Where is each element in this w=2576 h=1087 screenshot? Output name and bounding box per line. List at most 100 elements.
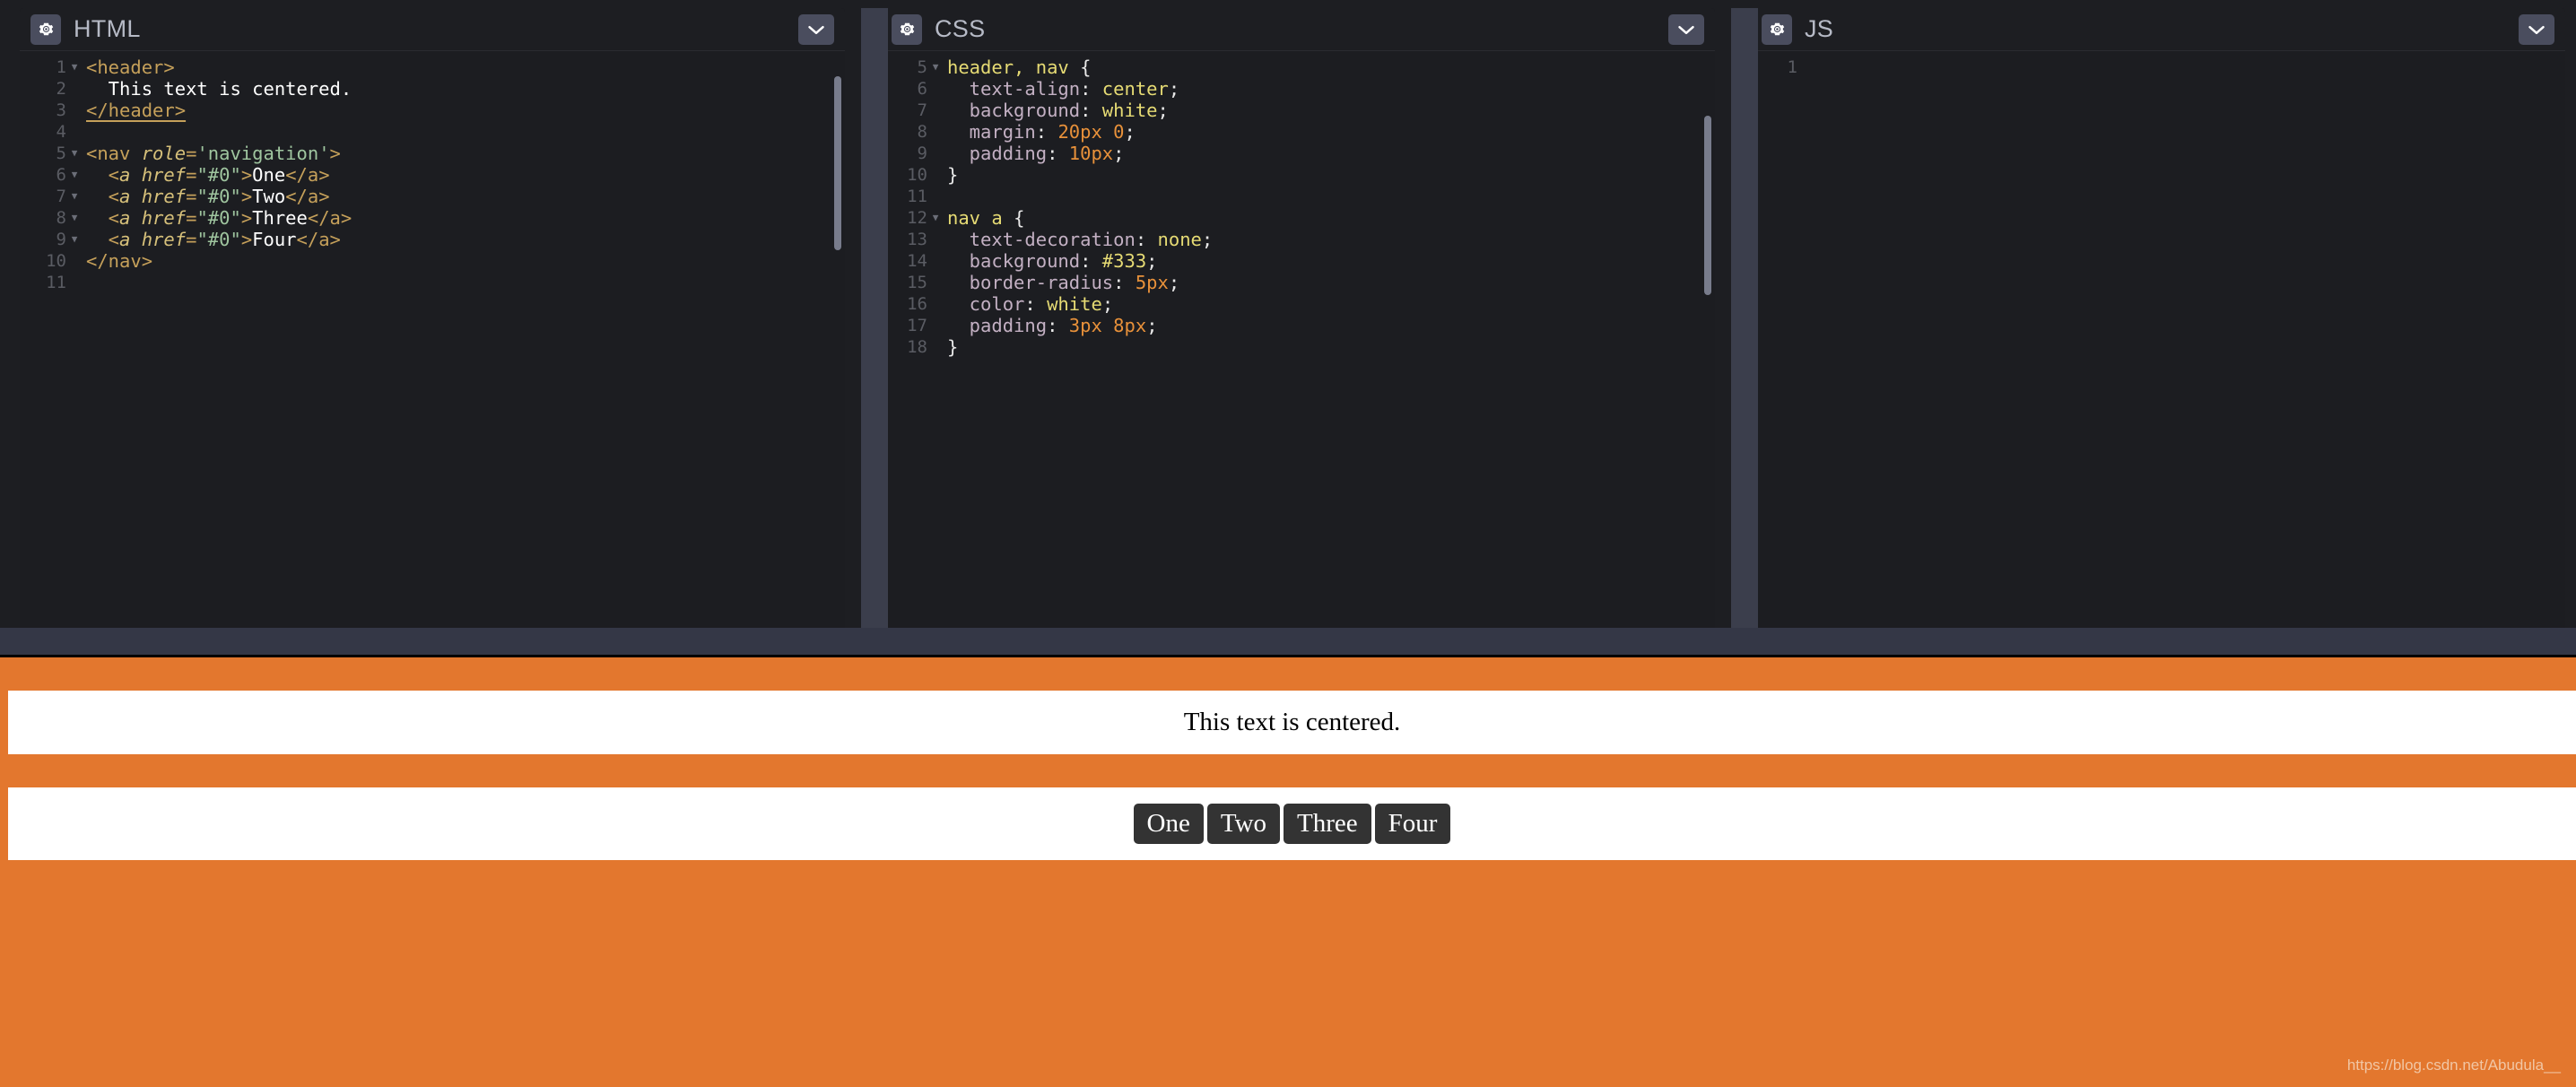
fold-spacer bbox=[66, 78, 83, 100]
code-line: 9▼ <a href="#0">Four</a> bbox=[20, 229, 845, 250]
preview-nav-link[interactable]: Three bbox=[1284, 804, 1371, 844]
line-number: 6 bbox=[20, 164, 66, 186]
fold-spacer bbox=[1797, 57, 1814, 78]
code-line: 10 </nav> bbox=[20, 250, 845, 272]
watermark-text: https://blog.csdn.net/Abudula__ bbox=[2347, 1057, 2561, 1074]
css-editor-panel: CSS 5▼header, nav {6 text-align: center;… bbox=[861, 0, 1731, 628]
code-line: 10 } bbox=[881, 164, 1715, 186]
code-text: </nav> bbox=[83, 250, 152, 272]
gear-icon[interactable] bbox=[30, 14, 61, 45]
code-text: <a href="#0">Four</a> bbox=[83, 229, 341, 250]
code-line: 5▼<nav role='navigation'> bbox=[20, 143, 845, 164]
code-line: 16 color: white; bbox=[881, 293, 1715, 315]
js-panel-header: JS bbox=[1751, 8, 2565, 51]
code-text: <header> bbox=[83, 57, 175, 78]
line-number: 8 bbox=[20, 207, 66, 229]
panel-resize-gutter-2[interactable] bbox=[1731, 8, 1758, 628]
codepen-editor-app: HTML 1▼<header>2 This text is centered.3… bbox=[0, 0, 2576, 1087]
editor-preview-drag-handle[interactable] bbox=[0, 628, 2576, 655]
line-number: 4 bbox=[20, 121, 66, 143]
preview-nav-link[interactable]: Two bbox=[1207, 804, 1280, 844]
code-line: 18 } bbox=[881, 336, 1715, 358]
code-text: padding: 3px 8px; bbox=[944, 315, 1158, 336]
fold-spacer bbox=[927, 164, 944, 186]
panel-resize-gutter-1[interactable] bbox=[861, 8, 888, 628]
fold-triangle-icon[interactable]: ▼ bbox=[927, 207, 944, 229]
html-panel-header: HTML bbox=[20, 8, 845, 51]
preview-nav-link[interactable]: Four bbox=[1375, 804, 1451, 844]
chevron-down-icon[interactable] bbox=[798, 14, 834, 45]
fold-spacer bbox=[927, 315, 944, 336]
code-text: This text is centered. bbox=[83, 78, 352, 100]
code-line: 1▼<header> bbox=[20, 57, 845, 78]
code-text: border-radius: 5px; bbox=[944, 272, 1179, 293]
preview-nav-block: OneTwoThreeFour bbox=[8, 787, 2576, 860]
gear-icon[interactable] bbox=[1762, 14, 1792, 45]
fold-spacer bbox=[927, 293, 944, 315]
fold-triangle-icon[interactable]: ▼ bbox=[66, 164, 83, 186]
js-panel-title: JS bbox=[1805, 15, 1833, 43]
preview-header-text: This text is centered. bbox=[1184, 708, 1401, 736]
code-line: 11 bbox=[881, 186, 1715, 207]
code-line: 6 text-align: center; bbox=[881, 78, 1715, 100]
code-text: <nav role='navigation'> bbox=[83, 143, 341, 164]
fold-triangle-icon[interactable]: ▼ bbox=[66, 143, 83, 164]
code-text: } bbox=[944, 336, 958, 358]
code-line: 12▼nav a { bbox=[881, 207, 1715, 229]
fold-spacer bbox=[927, 78, 944, 100]
code-text: } bbox=[944, 164, 958, 186]
line-number: 9 bbox=[20, 229, 66, 250]
html-editor-panel: HTML 1▼<header>2 This text is centered.3… bbox=[0, 0, 861, 628]
fold-spacer bbox=[927, 186, 944, 207]
code-line: 7▼ <a href="#0">Two</a> bbox=[20, 186, 845, 207]
code-text: text-decoration: none; bbox=[944, 229, 1213, 250]
fold-triangle-icon[interactable]: ▼ bbox=[66, 57, 83, 78]
code-line: 2 This text is centered. bbox=[20, 78, 845, 100]
html-editor-scrollbar[interactable] bbox=[834, 76, 841, 250]
html-panel-title: HTML bbox=[74, 15, 141, 43]
code-line: 13 text-decoration: none; bbox=[881, 229, 1715, 250]
fold-spacer bbox=[927, 272, 944, 293]
code-line: 8 margin: 20px 0; bbox=[881, 121, 1715, 143]
chevron-down-icon[interactable] bbox=[1668, 14, 1704, 45]
preview-nav-link[interactable]: One bbox=[1134, 804, 1204, 844]
preview-header-block: This text is centered. bbox=[8, 691, 2576, 754]
css-editor-scrollbar[interactable] bbox=[1704, 116, 1711, 295]
line-number: 11 bbox=[20, 272, 66, 293]
fold-spacer bbox=[927, 121, 944, 143]
code-line: 11 bbox=[20, 272, 845, 293]
fold-spacer bbox=[66, 121, 83, 143]
preview-pane: This text is centered. OneTwoThreeFour h… bbox=[0, 657, 2576, 1087]
editor-panels-row: HTML 1▼<header>2 This text is centered.3… bbox=[0, 0, 2576, 628]
code-text: <a href="#0">Two</a> bbox=[83, 186, 330, 207]
css-panel-title: CSS bbox=[935, 15, 985, 43]
gear-icon[interactable] bbox=[892, 14, 922, 45]
chevron-down-icon[interactable] bbox=[2519, 14, 2554, 45]
js-code-area[interactable]: 1 bbox=[1751, 51, 2565, 628]
fold-spacer bbox=[66, 272, 83, 293]
code-line: 14 background: #333; bbox=[881, 250, 1715, 272]
line-number: 3 bbox=[20, 100, 66, 121]
fold-triangle-icon[interactable]: ▼ bbox=[66, 186, 83, 207]
fold-spacer bbox=[927, 100, 944, 121]
fold-triangle-icon[interactable]: ▼ bbox=[66, 207, 83, 229]
fold-spacer bbox=[66, 100, 83, 121]
code-text: <a href="#0">Three</a> bbox=[83, 207, 352, 229]
fold-triangle-icon[interactable]: ▼ bbox=[927, 57, 944, 78]
code-text: margin: 20px 0; bbox=[944, 121, 1136, 143]
css-code-area[interactable]: 5▼header, nav {6 text-align: center;7 ba… bbox=[881, 51, 1715, 628]
code-line: 4 bbox=[20, 121, 845, 143]
code-line: 9 padding: 10px; bbox=[881, 143, 1715, 164]
code-text: background: white; bbox=[944, 100, 1169, 121]
html-panel-inner: HTML 1▼<header>2 This text is centered.3… bbox=[20, 8, 845, 628]
code-line: 6▼ <a href="#0">One</a> bbox=[20, 164, 845, 186]
code-text: color: white; bbox=[944, 293, 1113, 315]
code-text: header, nav { bbox=[944, 57, 1091, 78]
fold-spacer bbox=[927, 250, 944, 272]
code-line: 8▼ <a href="#0">Three</a> bbox=[20, 207, 845, 229]
html-code-area[interactable]: 1▼<header>2 This text is centered.3 </he… bbox=[20, 51, 845, 628]
line-number: 5 bbox=[20, 143, 66, 164]
fold-triangle-icon[interactable]: ▼ bbox=[66, 229, 83, 250]
css-panel-header: CSS bbox=[881, 8, 1715, 51]
line-number: 7 bbox=[20, 186, 66, 207]
